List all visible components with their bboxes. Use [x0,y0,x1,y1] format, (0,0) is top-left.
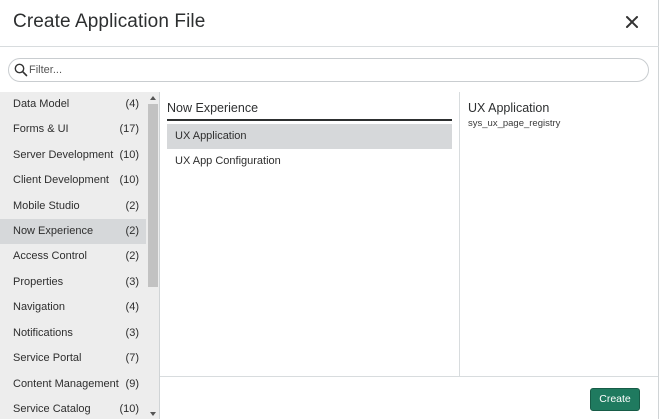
dialog-title: Create Application File [13,11,206,32]
category-label: Navigation [13,301,65,313]
category-count: (9) [125,378,139,390]
dialog-header: Create Application File [0,0,659,47]
file-type-item-ux-application[interactable]: UX Application [167,124,452,149]
category-scrollbar[interactable] [146,92,160,419]
category-label: Server Development [13,149,114,161]
category-label: Service Catalog [13,403,91,415]
category-item-notifications[interactable]: Notifications (3) [0,321,146,346]
category-label: Access Control [13,250,87,262]
category-label: Client Development [13,174,109,186]
scroll-down-arrow-icon[interactable] [150,412,156,416]
category-count: (10) [119,149,139,161]
create-application-file-dialog: Create Application File Data Model (4) F… [0,0,659,419]
filter-box [8,58,649,82]
category-label: Notifications [13,327,73,339]
category-item-access-control[interactable]: Access Control (2) [0,244,146,269]
close-button[interactable] [623,13,641,31]
category-item-service-catalog[interactable]: Service Catalog (10) [0,397,146,419]
category-count: (3) [125,327,139,339]
category-label: Data Model [13,98,70,110]
category-label: Service Portal [13,352,82,364]
category-count: (10) [119,174,139,186]
category-label: Now Experience [13,225,94,237]
category-list: Data Model (4) Forms & UI (17) Server De… [0,92,146,419]
search-icon [14,63,28,77]
category-item-server-development[interactable]: Server Development (10) [0,143,146,168]
file-type-details: UX Application sys_ux_page_registry [461,92,658,377]
heading-divider [167,119,452,121]
dialog-footer: Create [160,376,658,419]
category-item-data-model[interactable]: Data Model (4) [0,92,146,117]
category-item-service-portal[interactable]: Service Portal (7) [0,346,146,371]
filter-input[interactable] [29,61,639,79]
category-count: (4) [125,98,139,110]
category-count: (10) [119,403,139,415]
close-icon [626,16,638,28]
category-item-client-development[interactable]: Client Development (10) [0,168,146,193]
category-label: Mobile Studio [13,200,80,212]
category-count: (2) [125,250,139,262]
file-type-heading: Now Experience [167,101,259,115]
category-label: Forms & UI [13,123,69,135]
create-button[interactable]: Create [590,388,640,411]
category-count: (2) [125,225,139,237]
details-table-name: sys_ux_page_registry [468,118,561,129]
details-heading: UX Application [468,101,550,115]
category-item-content-management[interactable]: Content Management (9) [0,372,146,397]
scroll-up-arrow-icon[interactable] [150,96,156,100]
dialog-body: Data Model (4) Forms & UI (17) Server De… [0,92,659,419]
category-count: (2) [125,200,139,212]
file-type-item-ux-app-configuration[interactable]: UX App Configuration [167,149,452,174]
file-type-label: UX App Configuration [175,155,281,167]
category-item-navigation[interactable]: Navigation (4) [0,295,146,320]
category-count: (3) [125,276,139,288]
category-item-forms-ui[interactable]: Forms & UI (17) [0,117,146,142]
category-count: (17) [119,123,139,135]
category-item-properties[interactable]: Properties (3) [0,270,146,295]
file-type-list: Now Experience UX Application UX App Con… [160,92,460,377]
scroll-thumb[interactable] [148,104,158,287]
category-count: (4) [125,301,139,313]
file-type-label: UX Application [175,130,247,142]
category-item-mobile-studio[interactable]: Mobile Studio (2) [0,194,146,219]
category-count: (7) [125,352,139,364]
category-label: Content Management [13,378,119,390]
category-item-now-experience[interactable]: Now Experience (2) [0,219,146,244]
category-label: Properties [13,276,64,288]
